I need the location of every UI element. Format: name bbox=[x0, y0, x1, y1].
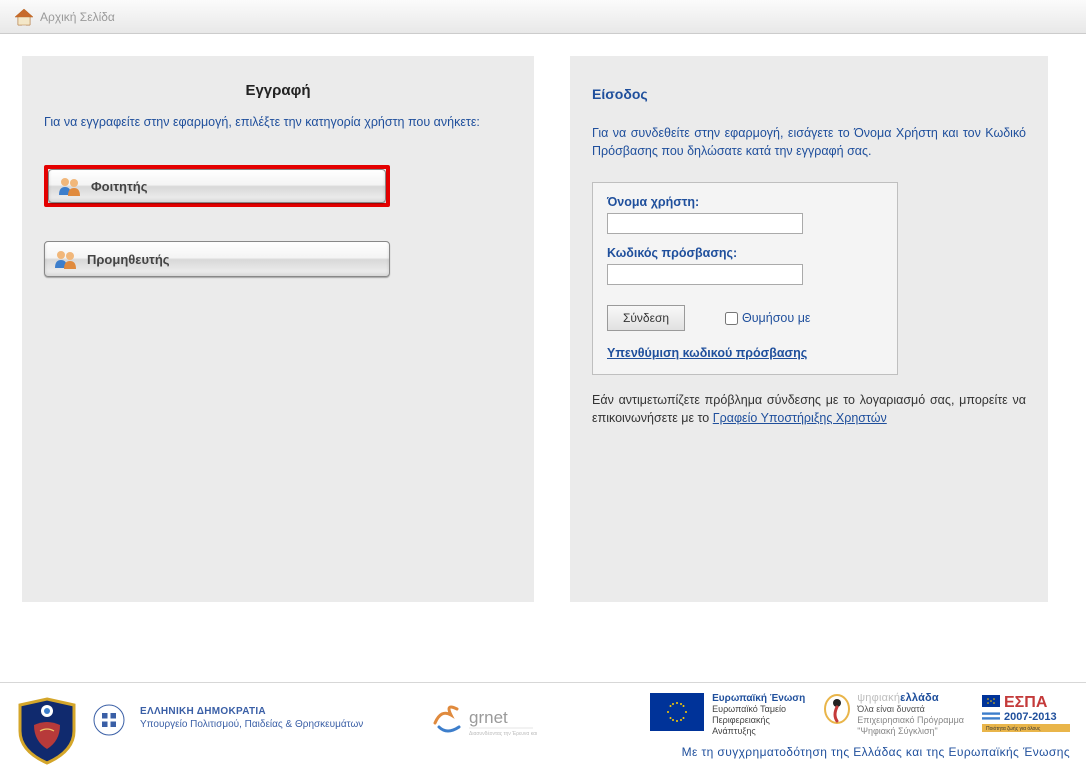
login-subtitle: Για να συνδεθείτε στην εφαρμογή, εισάγετ… bbox=[592, 124, 1026, 160]
svg-text:Ποιότητα ζωής για όλους: Ποιότητα ζωής για όλους bbox=[986, 725, 1041, 732]
footer: ΕΛΛΗΝΙΚΗ ΔΗΜΟΚΡΑΤΙΑ Υπουργείο Πολιτισμού… bbox=[0, 682, 1086, 778]
connect-button[interactable]: Σύνδεση bbox=[607, 305, 685, 331]
password-input[interactable] bbox=[607, 264, 803, 285]
registration-subtitle: Για να εγγραφείτε στην εφαρμογή, επιλέξτ… bbox=[44, 115, 512, 129]
support-link[interactable]: Γραφείο Υποστήριξης Χρηστών bbox=[713, 411, 887, 425]
topbar: Αρχική Σελίδα bbox=[0, 0, 1086, 34]
home-link[interactable]: Αρχική Σελίδα bbox=[14, 8, 115, 26]
eu-flag-icon bbox=[650, 693, 704, 731]
role-student-label: Φοιτητής bbox=[91, 179, 147, 194]
svg-text:2007-2013: 2007-2013 bbox=[1004, 711, 1057, 723]
eu-sub3: Ανάπτυξης bbox=[712, 726, 805, 737]
registration-title: Εγγραφή bbox=[44, 76, 512, 115]
eu-logo: Ευρωπαϊκή Ένωση Ευρωπαϊκό Ταμείο Περιφερ… bbox=[650, 693, 805, 737]
digital-greece-logo: ψηφιακήελλάδα Όλα είναι δυνατά Επιχειρησ… bbox=[823, 693, 964, 737]
digital-a: ψηφιακή bbox=[857, 692, 900, 704]
svg-text:grnet: grnet bbox=[469, 708, 508, 727]
gov-line1: ΕΛΛΗΝΙΚΗ ΔΗΜΟΚΡΑΤΙΑ bbox=[140, 705, 363, 718]
government-text: ΕΛΛΗΝΙΚΗ ΔΗΜΟΚΡΑΤΙΑ Υπουργείο Πολιτισμού… bbox=[140, 705, 363, 731]
digital-b: ελλάδα bbox=[900, 692, 939, 704]
gov-line2: Υπουργείο Πολιτισμού, Παιδείας & Θρησκευ… bbox=[140, 718, 363, 731]
eu-sub1: Ευρωπαϊκό Ταμείο bbox=[712, 704, 805, 715]
role-student-button[interactable]: Φοιτητής bbox=[48, 169, 386, 203]
login-title: Είσοδος bbox=[592, 86, 1026, 102]
eu-sub2: Περιφερειακής bbox=[712, 715, 805, 726]
home-icon bbox=[14, 8, 34, 26]
role-student-wrap: Φοιτητής bbox=[44, 165, 390, 207]
password-label: Κωδικός πρόσβασης: bbox=[607, 246, 883, 260]
coat-of-arms-icon bbox=[92, 703, 126, 740]
login-action-row: Σύνδεση Θυμήσου με bbox=[607, 305, 883, 331]
main-area: Εγγραφή Για να εγγραφείτε στην εφαρμογή,… bbox=[0, 34, 1086, 682]
role-supplier-wrap: Προμηθευτής bbox=[44, 241, 390, 283]
login-box: Όνομα χρήστη: Κωδικός πρόσβασης: Σύνδεση… bbox=[592, 182, 898, 375]
username-input[interactable] bbox=[607, 213, 803, 234]
users-icon bbox=[53, 248, 79, 270]
home-label: Αρχική Σελίδα bbox=[40, 10, 115, 24]
role-supplier-label: Προμηθευτής bbox=[87, 252, 170, 267]
digital-sub1: Όλα είναι δυνατά bbox=[857, 704, 964, 715]
cofinance-line: Με τη συγχρηματοδότηση της Ελλάδας και τ… bbox=[590, 745, 1070, 759]
swirl-icon bbox=[823, 693, 851, 737]
digital-sub2: Επιχειρησιακό Πρόγραμμα bbox=[857, 715, 964, 726]
svg-text:ΕΣΠΑ: ΕΣΠΑ bbox=[1004, 694, 1048, 711]
login-panel: Είσοδος Για να συνδεθείτε στην εφαρμογή,… bbox=[570, 56, 1048, 602]
remember-me: Θυμήσου με bbox=[725, 311, 810, 325]
remember-checkbox[interactable] bbox=[725, 312, 738, 325]
grnet-logo: grnet Διασυνδέοντας την Έρευνα και την Ε… bbox=[427, 701, 537, 744]
remember-label: Θυμήσου με bbox=[742, 311, 810, 325]
digital-sub3: "Ψηφιακή Σύγκλιση" bbox=[857, 726, 964, 737]
forgot-password-link[interactable]: Υπενθύμιση κωδικού πρόσβασης bbox=[607, 346, 807, 360]
espa-logo: ΕΣΠΑ 2007-2013 Ποιότητα ζωής για όλους bbox=[982, 693, 1070, 735]
role-supplier-button[interactable]: Προμηθευτής bbox=[44, 241, 390, 277]
registration-panel: Εγγραφή Για να εγγραφείτε στην εφαρμογή,… bbox=[22, 56, 534, 602]
svg-text:Διασυνδέοντας την Έρευνα και τ: Διασυνδέοντας την Έρευνα και την Εκπαίδε… bbox=[469, 730, 537, 737]
users-icon bbox=[57, 175, 83, 197]
username-label: Όνομα χρήστη: bbox=[607, 195, 883, 209]
footer-right: Ευρωπαϊκή Ένωση Ευρωπαϊκό Ταμείο Περιφερ… bbox=[590, 693, 1070, 759]
problem-text: Εάν αντιμετωπίζετε πρόβλημα σύνδεσης με … bbox=[592, 391, 1026, 427]
shield-icon bbox=[16, 697, 78, 768]
eu-title: Ευρωπαϊκή Ένωση bbox=[712, 693, 805, 704]
